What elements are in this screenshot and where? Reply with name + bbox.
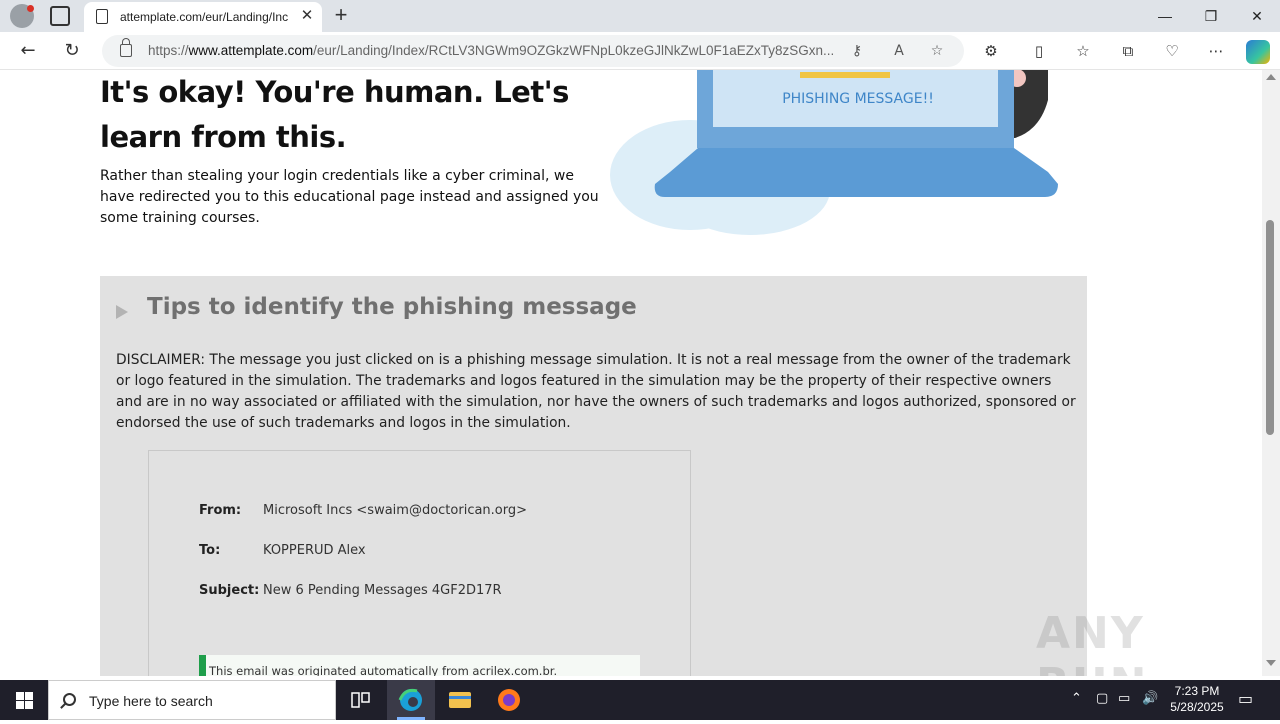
- illustration-caption: PHISHING MESSAGE!!: [782, 91, 934, 107]
- restore-icon[interactable]: ❐: [1196, 4, 1226, 28]
- network-icon[interactable]: ▭: [1118, 691, 1130, 706]
- expand-arrow-icon[interactable]: [116, 305, 128, 319]
- tab-close-icon[interactable]: ✕: [298, 7, 316, 25]
- taskbar-clock[interactable]: 7:23 PM 5/28/2025: [1160, 683, 1234, 715]
- tab-strip: attemplate.com/eur/Landing/Inc ✕ + — ❐ ✕: [0, 0, 1280, 32]
- firefox-icon[interactable]: [485, 680, 533, 720]
- lock-icon[interactable]: [120, 38, 132, 57]
- intro-text: Rather than stealing your login credenti…: [100, 168, 599, 226]
- extensions-icon[interactable]: ⚙: [981, 41, 1001, 61]
- scroll-thumb[interactable]: [1266, 220, 1274, 435]
- back-icon[interactable]: ←: [16, 39, 40, 63]
- more-menu-icon[interactable]: ⋯: [1206, 41, 1226, 61]
- page-icon: [96, 9, 108, 24]
- tab-active[interactable]: attemplate.com/eur/Landing/Inc ✕: [84, 2, 322, 32]
- search-icon: [63, 693, 76, 706]
- scroll-up-arrow-icon[interactable]: [1266, 74, 1276, 80]
- task-view-icon[interactable]: [336, 680, 384, 720]
- page-content: It's okay! You're human. Let's learn fro…: [0, 70, 1262, 676]
- notification-center-icon[interactable]: ▭: [1238, 689, 1253, 708]
- notice-text: This email was originated automatically …: [209, 664, 558, 676]
- page-scrollbar[interactable]: [1262, 70, 1280, 676]
- tab-title: attemplate.com/eur/Landing/Inc: [120, 10, 289, 24]
- tips-section: Tips to identify the phishing message DI…: [100, 276, 1087, 676]
- taskbar-search-box[interactable]: Type here to search: [48, 680, 336, 720]
- to-value: KOPPERUD Alex: [263, 543, 366, 558]
- search-placeholder: Type here to search: [89, 693, 213, 709]
- device-icon[interactable]: ▢: [1096, 691, 1108, 706]
- show-hidden-icons-icon[interactable]: ⌃: [1071, 691, 1082, 706]
- subject-label: Subject:: [199, 583, 260, 598]
- clock-time: 7:23 PM: [1174, 684, 1220, 698]
- from-value: Microsoft Incs <swaim@doctorican.org>: [263, 503, 528, 518]
- browser-essentials-icon[interactable]: ♡: [1162, 41, 1182, 61]
- collections-icon[interactable]: ⧉: [1118, 41, 1138, 61]
- from-label: From:: [199, 503, 242, 518]
- minimize-icon[interactable]: —: [1150, 4, 1180, 28]
- email-origin-notice: This email was originated automatically …: [199, 655, 640, 676]
- edge-browser-icon[interactable]: [387, 680, 435, 720]
- notification-dot-icon: [27, 5, 34, 12]
- volume-icon[interactable]: 🔊: [1142, 691, 1158, 706]
- favorites-icon[interactable]: ☆: [1073, 41, 1093, 61]
- close-window-icon[interactable]: ✕: [1242, 4, 1272, 28]
- new-tab-icon[interactable]: +: [330, 4, 352, 26]
- file-explorer-icon[interactable]: [436, 680, 484, 720]
- tab-actions-icon[interactable]: [50, 6, 70, 26]
- split-screen-icon[interactable]: ▯: [1029, 41, 1049, 61]
- address-bar[interactable]: https://www.attemplate.com/eur/Landing/I…: [102, 35, 964, 67]
- url-text[interactable]: https://www.attemplate.com/eur/Landing/I…: [148, 43, 840, 58]
- anyrun-watermark-logo: ANY RUN: [1036, 608, 1146, 676]
- laptop-illustration: PHISHING MESSAGE!!: [610, 70, 1058, 235]
- copilot-icon[interactable]: [1246, 40, 1270, 64]
- tips-heading[interactable]: Tips to identify the phishing message: [147, 294, 637, 320]
- read-aloud-icon[interactable]: A: [890, 42, 908, 60]
- windows-start-icon[interactable]: [0, 680, 48, 720]
- disclaimer-text: DISCLAIMER: The message you just clicked…: [116, 352, 1076, 431]
- refresh-icon[interactable]: ↻: [60, 39, 84, 63]
- to-label: To:: [199, 543, 221, 558]
- windows-taskbar: Type here to search ⌃ ▢ ▭ 🔊 7:23 PM 5/28…: [0, 680, 1280, 720]
- subject-value: New 6 Pending Messages 4GF2D17R: [263, 583, 502, 598]
- favorite-star-icon[interactable]: ☆: [928, 42, 946, 60]
- key-icon[interactable]: ⚷: [848, 42, 866, 60]
- browser-toolbar: ← ↻ https://www.attemplate.com/eur/Landi…: [0, 32, 1280, 70]
- clock-date: 5/28/2025: [1170, 700, 1224, 714]
- page-title: It's okay! You're human. Let's learn fro…: [100, 75, 569, 154]
- scroll-down-arrow-icon[interactable]: [1266, 660, 1276, 666]
- phishing-email-preview: From: Microsoft Incs <swaim@doctorican.o…: [148, 450, 691, 676]
